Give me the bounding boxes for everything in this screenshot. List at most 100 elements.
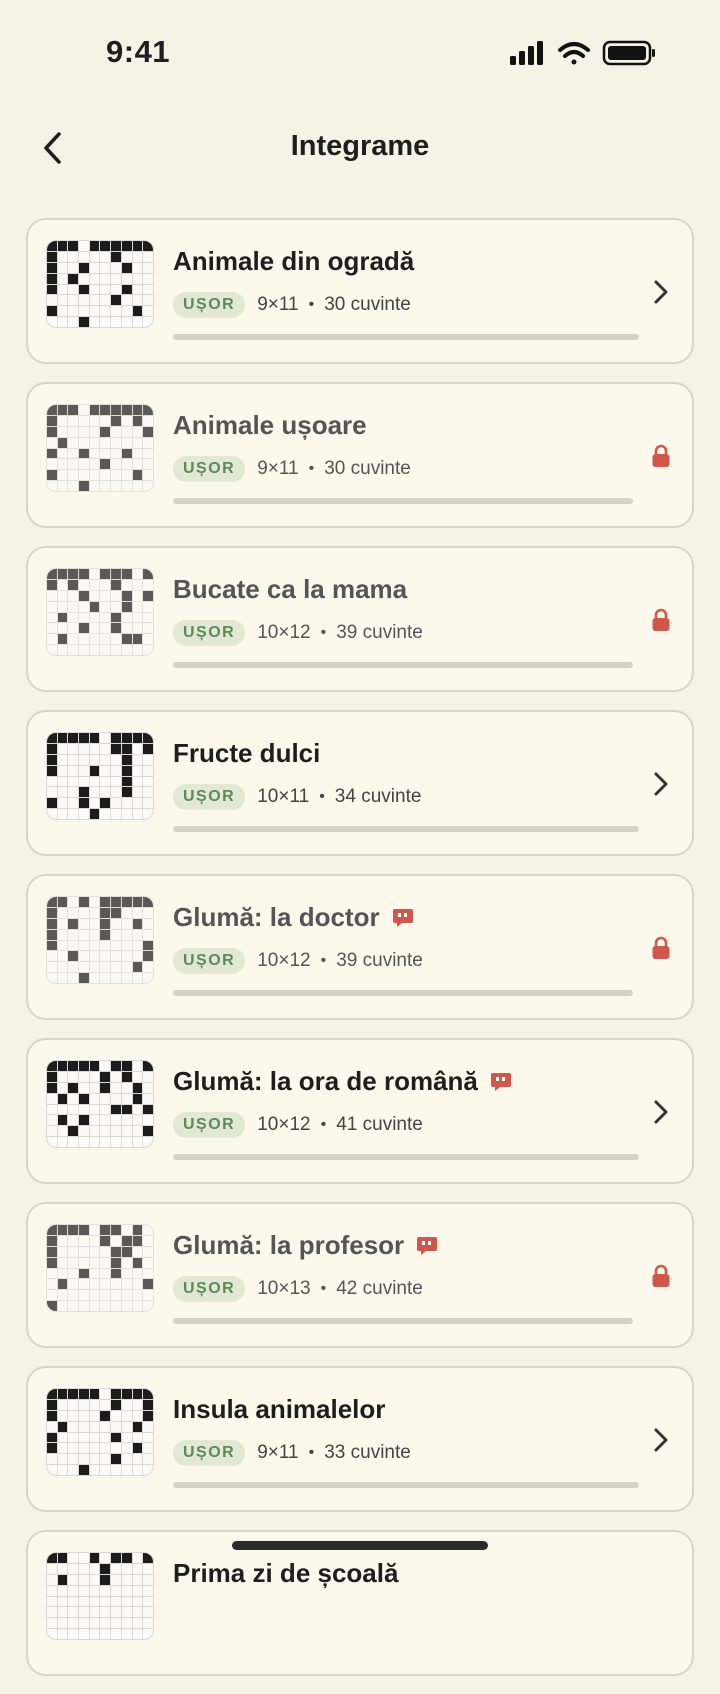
grid-cell xyxy=(68,295,79,306)
chevron-right-icon[interactable] xyxy=(646,1094,676,1130)
grid-cell xyxy=(111,481,121,491)
grid-cell xyxy=(79,1574,89,1585)
grid-cell xyxy=(100,929,111,940)
grid-cell xyxy=(143,776,153,787)
puzzle-card[interactable]: Animale din ogradă UȘOR 9×11 • 30 cuvint… xyxy=(26,218,694,364)
grid-cell xyxy=(143,754,153,765)
grid-cell xyxy=(68,1389,79,1399)
grid-cell xyxy=(121,1225,132,1235)
grid-cell xyxy=(79,1104,89,1115)
grid-cell xyxy=(47,317,57,327)
grid-cell xyxy=(57,940,68,951)
chevron-right-icon[interactable] xyxy=(646,274,676,310)
grid-cell xyxy=(89,1137,100,1147)
grid-cell xyxy=(57,1082,68,1093)
puzzle-title: Bucate ca la mama xyxy=(173,574,408,604)
grid-cell xyxy=(79,1563,89,1574)
grid-cell xyxy=(89,787,100,798)
grid-cell xyxy=(79,481,89,491)
grid-cell xyxy=(121,765,132,776)
puzzle-card[interactable]: Bucate ca la mama UȘOR 10×12 • 39 cuvint… xyxy=(26,546,694,692)
grid-cell xyxy=(89,1279,100,1290)
grid-cell xyxy=(132,426,143,437)
grid-cell xyxy=(89,1618,100,1629)
puzzle-card[interactable]: Animale ușoare UȘOR 9×11 • 30 cuvinte xyxy=(26,382,694,528)
grid-cell xyxy=(143,1225,153,1235)
grid-cell xyxy=(89,426,100,437)
puzzle-card[interactable]: Fructe dulci UȘOR 10×11 • 34 cuvinte xyxy=(26,710,694,856)
grid-cell xyxy=(68,973,79,983)
grid-cell xyxy=(47,1061,57,1071)
grid-cell xyxy=(143,1071,153,1082)
grid-cell xyxy=(121,1443,132,1454)
grid-cell xyxy=(121,1629,132,1639)
puzzle-card[interactable]: Insula animalelor UȘOR 9×11 • 33 cuvinte xyxy=(26,1366,694,1512)
grid-cell xyxy=(68,1410,79,1421)
grid-cell xyxy=(132,1399,143,1410)
grid-cell xyxy=(111,273,121,284)
grid-cell xyxy=(57,929,68,940)
grid-cell xyxy=(111,1629,121,1639)
grid-cell xyxy=(111,251,121,262)
lock-icon xyxy=(646,930,676,966)
grid-cell xyxy=(121,1061,132,1071)
grid-cell xyxy=(132,448,143,459)
puzzle-title: Insula animalelor xyxy=(173,1394,386,1424)
grid-cell xyxy=(68,273,79,284)
chevron-right-icon[interactable] xyxy=(646,1422,676,1458)
chevron-right-icon[interactable] xyxy=(646,766,676,802)
grid-cell xyxy=(89,765,100,776)
grid-cell xyxy=(111,579,121,590)
grid-cell xyxy=(111,1126,121,1137)
grid-cell xyxy=(57,765,68,776)
grid-cell xyxy=(57,1585,68,1596)
grid-cell xyxy=(47,1104,57,1115)
grid-cell xyxy=(47,415,57,426)
grid-cell xyxy=(89,1607,100,1618)
grid-cell xyxy=(111,262,121,273)
grid-cell xyxy=(143,1104,153,1115)
grid-cell xyxy=(100,437,111,448)
grid-cell xyxy=(89,929,100,940)
puzzle-card[interactable]: Prima zi de școală xyxy=(26,1530,694,1676)
grid-cell xyxy=(121,1104,132,1115)
grid-cell xyxy=(132,787,143,798)
grid-cell xyxy=(121,1563,132,1574)
grid-cell xyxy=(79,743,89,754)
grid-cell xyxy=(132,1115,143,1126)
grid-cell xyxy=(121,1115,132,1126)
grid-cell xyxy=(111,284,121,295)
grid-cell xyxy=(47,612,57,623)
grid-cell xyxy=(100,241,111,251)
grid-cell xyxy=(111,612,121,623)
grid-cell xyxy=(89,1268,100,1279)
grid-cell xyxy=(47,1257,57,1268)
grid-cell xyxy=(143,743,153,754)
puzzle-card[interactable]: Glumă: la doctor UȘOR 10×12 • 39 cuvinte xyxy=(26,874,694,1020)
grid-cell xyxy=(68,754,79,765)
grid-cell xyxy=(132,459,143,470)
grid-cell xyxy=(121,295,132,306)
grid-cell xyxy=(132,776,143,787)
grid-cell xyxy=(57,787,68,798)
grid-cell xyxy=(79,973,89,983)
grid-cell xyxy=(143,262,153,273)
grid-cell xyxy=(132,918,143,929)
puzzle-card[interactable]: Glumă: la profesor UȘOR 10×13 • 42 cuvin… xyxy=(26,1202,694,1348)
grid-cell xyxy=(111,897,121,907)
battery-icon xyxy=(602,40,655,66)
grid-cell xyxy=(68,623,79,634)
grid-cell xyxy=(132,1082,143,1093)
grid-cell xyxy=(121,1301,132,1311)
grid-cell xyxy=(100,306,111,317)
grid-cell xyxy=(89,1257,100,1268)
grid-cell xyxy=(100,787,111,798)
grid-cell xyxy=(121,645,132,655)
progress-bar xyxy=(173,662,633,668)
progress-bar xyxy=(173,826,639,832)
grid-cell xyxy=(143,907,153,918)
grid-cell xyxy=(100,1553,111,1563)
difficulty-badge: UȘOR xyxy=(173,292,246,318)
grid-cell xyxy=(121,787,132,798)
puzzle-card[interactable]: Glumă: la ora de română UȘOR 10×12 • 41 … xyxy=(26,1038,694,1184)
